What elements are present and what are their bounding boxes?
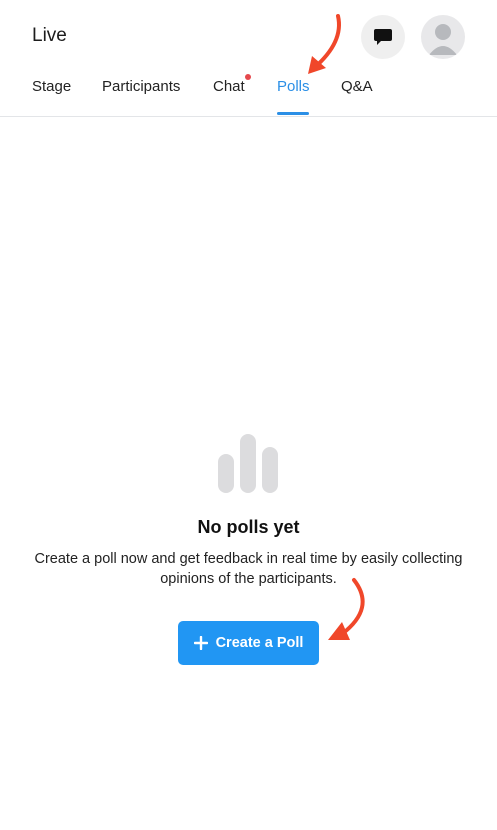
annotation-arrow-create [328, 578, 365, 640]
user-avatar[interactable] [421, 15, 465, 59]
tab-qa[interactable]: Q&A [341, 78, 373, 95]
create-poll-button[interactable]: Create a Poll [178, 621, 319, 665]
tab-bar: Stage Participants Chat Polls Q&A [0, 74, 497, 117]
tab-stage[interactable]: Stage [32, 78, 71, 95]
empty-state-heading: No polls yet [197, 517, 300, 537]
create-poll-label: Create a Poll [215, 635, 304, 651]
active-tab-indicator [277, 112, 309, 115]
tab-participants[interactable]: Participants [102, 78, 180, 95]
chat-unread-dot [245, 74, 251, 80]
page-title: Live [32, 25, 67, 46]
user-avatar-icon [429, 24, 457, 55]
chat-toggle-button[interactable] [361, 15, 405, 59]
tab-chat[interactable]: Chat [213, 78, 245, 95]
top-header: Live Stage Participants Chat Polls Q&A [0, 0, 497, 117]
annotation-arrow-polls [308, 14, 341, 74]
tab-polls[interactable]: Polls [277, 78, 310, 95]
empty-state-description: Create a poll now and get feedback in re… [34, 551, 463, 587]
chat-bubble-icon [374, 29, 392, 45]
plus-icon [193, 636, 208, 650]
bar-chart-icon [218, 434, 278, 493]
